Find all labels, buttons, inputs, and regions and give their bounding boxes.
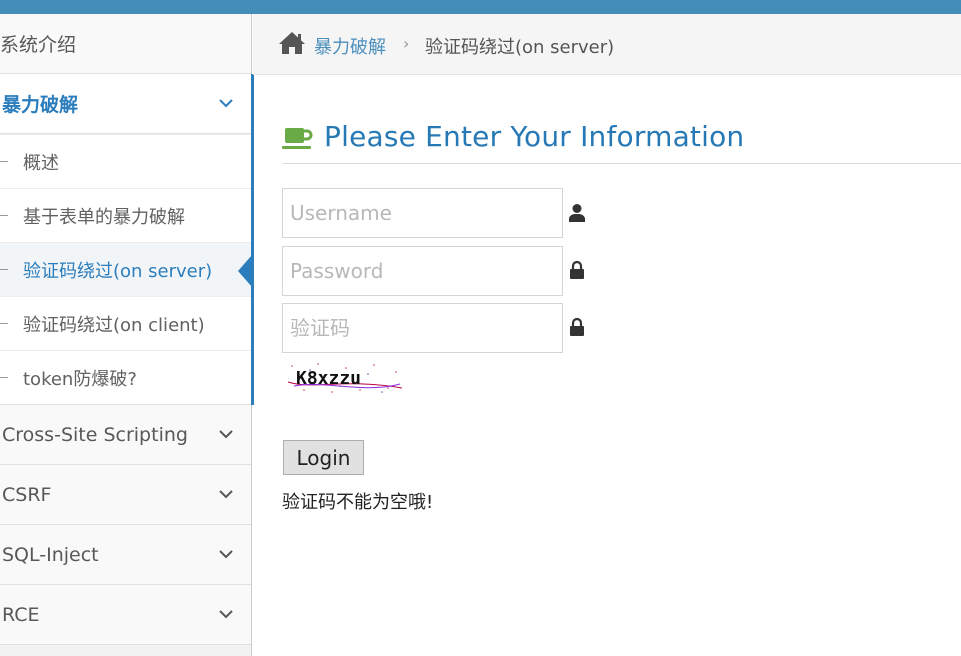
submenu-item-token[interactable]: token防爆破? — [0, 350, 251, 404]
coffee-cup-icon — [282, 128, 313, 149]
sidebar-item-sqli[interactable]: SQL-Inject — [0, 525, 251, 585]
sidebar-item-label: 暴力破解 — [2, 94, 79, 116]
sidebar-item-rce[interactable]: RCE — [0, 585, 251, 645]
chevron-down-icon — [219, 430, 233, 439]
top-navbar — [0, 0, 961, 14]
captcha-image[interactable]: K8xzzu — [284, 360, 404, 396]
page-title: Please Enter Your Information — [324, 120, 745, 153]
tree-dash — [0, 377, 8, 378]
chevron-down-icon — [219, 550, 233, 559]
username-input[interactable] — [282, 188, 563, 238]
sidebar-item-xss[interactable]: Cross-Site Scripting — [0, 405, 251, 465]
sidebar: ·系统介绍 暴力破解 概述 基于表单的暴力破解 验证码绕过(on server)… — [0, 14, 252, 656]
submenu-bruteforce: 概述 基于表单的暴力破解 验证码绕过(on server) 验证码绕过(on c… — [0, 134, 251, 405]
lock-icon — [570, 317, 584, 336]
active-indicator-bar — [251, 74, 254, 405]
submenu-item-captcha-server[interactable]: 验证码绕过(on server) — [0, 242, 251, 296]
captcha-text: K8xzzu — [296, 368, 361, 389]
breadcrumb: 暴力破解 › 验证码绕过(on server) — [253, 14, 961, 75]
tree-dash — [0, 215, 8, 216]
submenu-item-label: 验证码绕过(on server) — [23, 260, 213, 282]
sidebar-item-csrf[interactable]: CSRF — [0, 465, 251, 525]
sidebar-item-intro[interactable]: ·系统介绍 — [0, 14, 251, 74]
sidebar-item-label: SQL-Inject — [2, 543, 99, 566]
chevron-down-icon — [219, 490, 233, 499]
submenu-item-form-bruteforce[interactable]: 基于表单的暴力破解 — [0, 188, 251, 242]
sidebar-item-label: RCE — [2, 603, 40, 626]
tree-dash — [0, 323, 8, 324]
submenu-item-label: 概述 — [23, 152, 59, 174]
sidebar-item-bruteforce[interactable]: 暴力破解 — [0, 74, 251, 134]
password-input[interactable] — [282, 246, 563, 296]
tree-dash — [0, 269, 8, 270]
breadcrumb-separator: › — [403, 34, 410, 53]
page-header: Please Enter Your Information — [282, 120, 961, 164]
breadcrumb-link-bruteforce[interactable]: 暴力破解 — [314, 33, 386, 59]
error-message: 验证码不能为空哦! — [282, 492, 434, 513]
tree-dash — [0, 161, 8, 162]
lock-icon — [570, 260, 584, 279]
breadcrumb-current: 验证码绕过(on server) — [425, 37, 615, 58]
submenu-item-overview[interactable]: 概述 — [0, 134, 251, 188]
login-button[interactable]: Login — [283, 440, 364, 475]
home-icon[interactable] — [279, 31, 305, 55]
sidebar-item-label: CSRF — [2, 483, 52, 506]
submenu-item-label: token防爆破? — [23, 368, 137, 390]
sidebar-item-label: ·系统介绍 — [0, 34, 77, 56]
user-icon — [569, 204, 585, 222]
active-caret — [238, 255, 251, 287]
submenu-item-label: 基于表单的暴力破解 — [23, 206, 185, 228]
submenu-item-captcha-client[interactable]: 验证码绕过(on client) — [0, 296, 251, 350]
sidebar-item-label: Cross-Site Scripting — [2, 423, 188, 446]
submenu-item-label: 验证码绕过(on client) — [23, 314, 205, 336]
chevron-down-icon — [219, 99, 233, 108]
captcha-input[interactable] — [282, 303, 563, 353]
chevron-down-icon — [219, 610, 233, 619]
